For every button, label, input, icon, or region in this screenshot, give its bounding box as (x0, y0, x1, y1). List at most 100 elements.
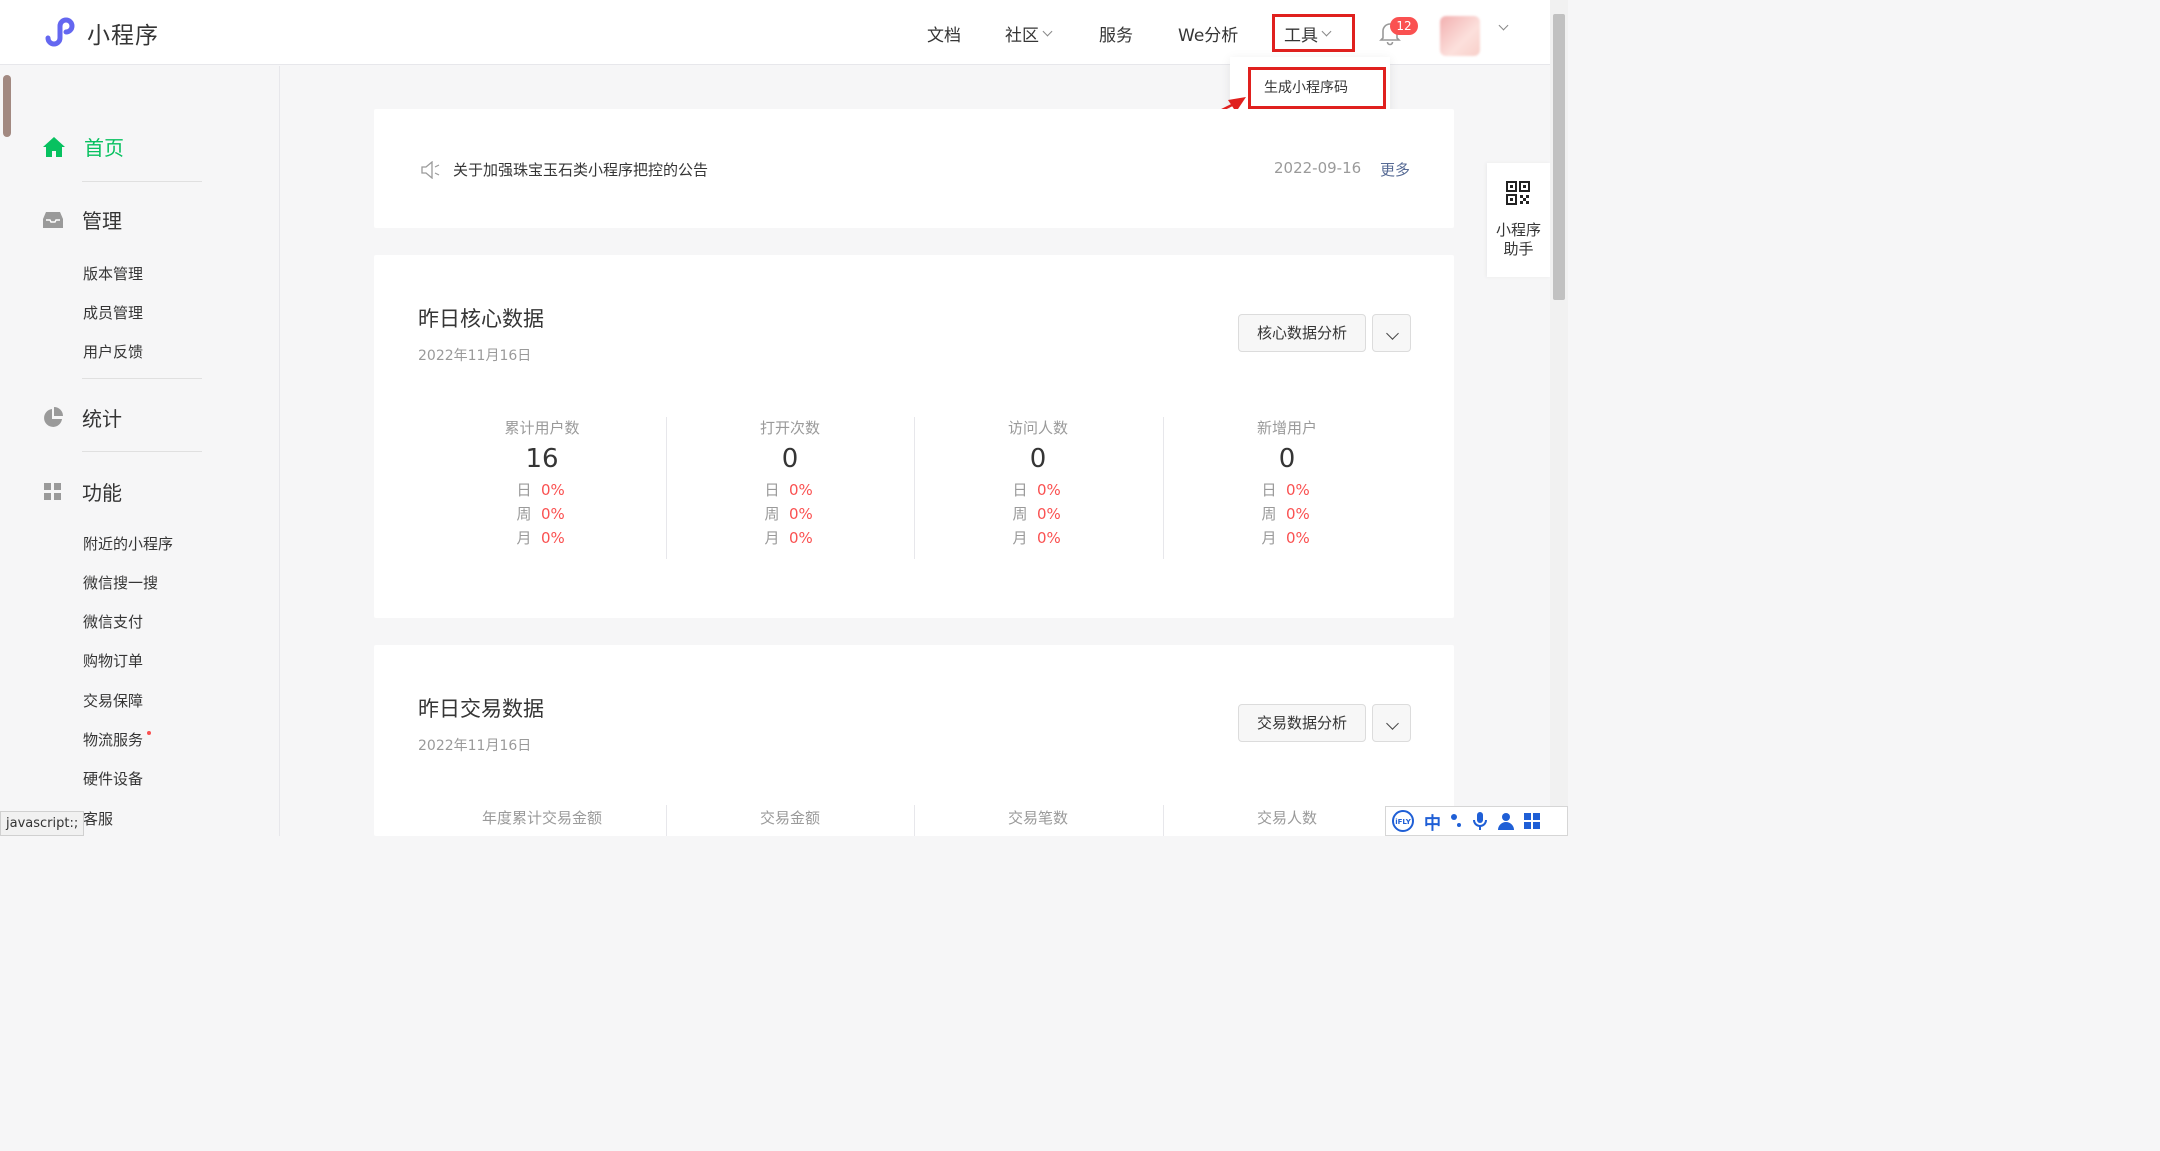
core-data-date: 2022年11月16日 (418, 348, 532, 364)
sidebar-features-label: 功能 (82, 481, 122, 505)
metric-total-users: 累计用户数 16 日 0% 周 0% 月 0% (418, 417, 666, 550)
brand-title[interactable]: 小程序 (87, 16, 159, 50)
top-header: 小程序 文档 社区 服务 We分析 工具 12 (0, 0, 1550, 65)
metric-change: 0% (1286, 505, 1310, 523)
core-data-analysis-button[interactable]: 核心数据分析 (1238, 314, 1366, 352)
notice-more-link[interactable]: 更多 (1380, 159, 1410, 180)
new-dot (147, 731, 152, 735)
nav-docs[interactable]: 文档 (927, 21, 961, 46)
sidebar-scroll-handle[interactable] (3, 75, 11, 137)
scrollbar-thumb[interactable] (1553, 14, 1565, 300)
sidebar-manage-label: 管理 (82, 209, 122, 233)
microphone-icon[interactable] (1471, 811, 1489, 831)
sidebar-item-home[interactable]: 首页 (42, 132, 124, 161)
sidebar-home-label: 首页 (84, 136, 124, 160)
status-bar-url: javascript:; (0, 811, 85, 836)
metric-label: 交易笔数 (1007, 809, 1068, 827)
sidebar-item-manage[interactable]: 管理 (42, 205, 122, 234)
nav-service[interactable]: 服务 (1099, 21, 1133, 46)
nav-we-analysis[interactable]: We分析 (1178, 21, 1238, 46)
nav-community[interactable]: 社区 (1005, 21, 1053, 46)
metric-label: 新增用户 (1256, 419, 1317, 437)
trade-data-analysis-button[interactable]: 交易数据分析 (1238, 704, 1366, 742)
avatar[interactable] (1440, 16, 1480, 56)
metric-change: 0% (541, 481, 565, 499)
trade-data-dropdown-button[interactable] (1372, 704, 1411, 742)
sidebar-item-stats[interactable]: 统计 (42, 403, 122, 432)
notice-title[interactable]: 关于加强珠宝玉石类小程序把控的公告 (453, 159, 708, 180)
helper-label: 小程序 助手 (1487, 221, 1550, 259)
tools-highlight-box (1272, 14, 1355, 52)
trade-data-title: 昨日交易数据 (418, 697, 544, 721)
metric-label: 打开次数 (759, 419, 820, 437)
metric-open-count: 打开次数 0 日 0% 周 0% 月 0% (666, 417, 914, 550)
sidebar-item-version-management[interactable]: 版本管理 (83, 263, 143, 284)
sidebar-item-hardware[interactable]: 硬件设备 (83, 768, 143, 789)
metric-value: 0 (1278, 444, 1296, 474)
metric-label: 访问人数 (1007, 419, 1068, 437)
ifly-logo-icon[interactable]: iFLY (1390, 810, 1416, 832)
trade-data-card: 昨日交易数据 2022年11月16日 交易数据分析 年度累计交易金额 交易金额 … (374, 645, 1454, 836)
ime-toolbar: iFLY 中 (1385, 806, 1568, 836)
sidebar-stats-label: 统计 (82, 407, 122, 431)
metric-value: 16 (525, 444, 559, 474)
qr-code-icon (1506, 181, 1530, 205)
sidebar-item-member-management[interactable]: 成员管理 (83, 302, 143, 323)
page-scrollbar[interactable] (1550, 0, 1568, 836)
period-label: 月 (1261, 529, 1277, 547)
generate-miniprogram-code-item[interactable]: 生成小程序码 (1248, 67, 1386, 109)
metric-trade-count: 交易笔数 (914, 807, 1162, 828)
apps-grid-icon[interactable] (1523, 812, 1541, 830)
helper-label-line: 助手 (1503, 240, 1534, 258)
home-icon (43, 136, 65, 157)
chevron-down-icon[interactable] (1498, 20, 1509, 31)
period-label: 日 (1261, 481, 1277, 499)
period-label: 周 (516, 505, 532, 523)
core-data-dropdown-button[interactable] (1372, 314, 1411, 352)
period-label: 周 (1012, 505, 1028, 523)
metric-change: 0% (541, 529, 565, 547)
punctuation-icon[interactable] (1449, 812, 1465, 830)
metric-change: 0% (789, 481, 813, 499)
period-label: 月 (516, 529, 532, 547)
metric-new-users: 新增用户 0 日 0% 周 0% 月 0% (1163, 417, 1411, 550)
notice-date: 2022-09-16 (1274, 159, 1362, 177)
sidebar-item-trade-guarantee[interactable]: 交易保障 (83, 690, 143, 711)
metric-change: 0% (789, 529, 813, 547)
ime-language-toggle[interactable]: 中 (1424, 809, 1441, 834)
period-label: 日 (516, 481, 532, 499)
metric-trade-users: 交易人数 (1163, 807, 1411, 828)
user-icon[interactable] (1497, 811, 1515, 831)
divider (82, 181, 202, 182)
sidebar-item-wechat-pay[interactable]: 微信支付 (83, 611, 143, 632)
sidebar-item-nearby-miniprogram[interactable]: 附近的小程序 (83, 533, 173, 554)
sidebar: 首页 管理 版本管理 成员管理 用户反馈 统计 功能 附近的小程序 微信搜一搜 … (0, 66, 280, 836)
sidebar-item-features[interactable]: 功能 (42, 477, 122, 506)
chevron-down-icon (1386, 327, 1399, 340)
divider (82, 378, 202, 379)
metric-label: 交易人数 (1256, 809, 1317, 827)
pie-chart-icon (44, 406, 63, 427)
inbox-icon (43, 211, 63, 228)
metric-value: 0 (1029, 444, 1047, 474)
speaker-icon (421, 161, 440, 179)
metric-visitors: 访问人数 0 日 0% 周 0% 月 0% (914, 417, 1162, 550)
notice-card: 关于加强珠宝玉石类小程序把控的公告 2022-09-16 更多 (374, 109, 1454, 228)
core-data-title: 昨日核心数据 (418, 307, 544, 331)
trade-data-date: 2022年11月16日 (418, 738, 532, 754)
sidebar-item-user-feedback[interactable]: 用户反馈 (83, 341, 143, 362)
chevron-down-icon (1042, 26, 1053, 36)
miniprogram-logo-icon[interactable] (42, 15, 78, 49)
miniprogram-helper[interactable]: 小程序 助手 (1487, 163, 1550, 277)
metric-change: 0% (541, 505, 565, 523)
sidebar-item-shopping-orders[interactable]: 购物订单 (83, 650, 143, 671)
sidebar-item-logistics[interactable]: 物流服务 (83, 729, 152, 750)
sidebar-item-customer-service[interactable]: 客服 (83, 808, 113, 829)
metric-change: 0% (1037, 529, 1061, 547)
sidebar-item-wechat-search[interactable]: 微信搜一搜 (83, 572, 158, 593)
metric-annual-trade-amount: 年度累计交易金额 (418, 807, 666, 828)
notification-badge: 12 (1390, 17, 1418, 35)
metric-change: 0% (1037, 481, 1061, 499)
grid-icon (44, 482, 61, 500)
metric-label: 交易金额 (759, 809, 820, 827)
